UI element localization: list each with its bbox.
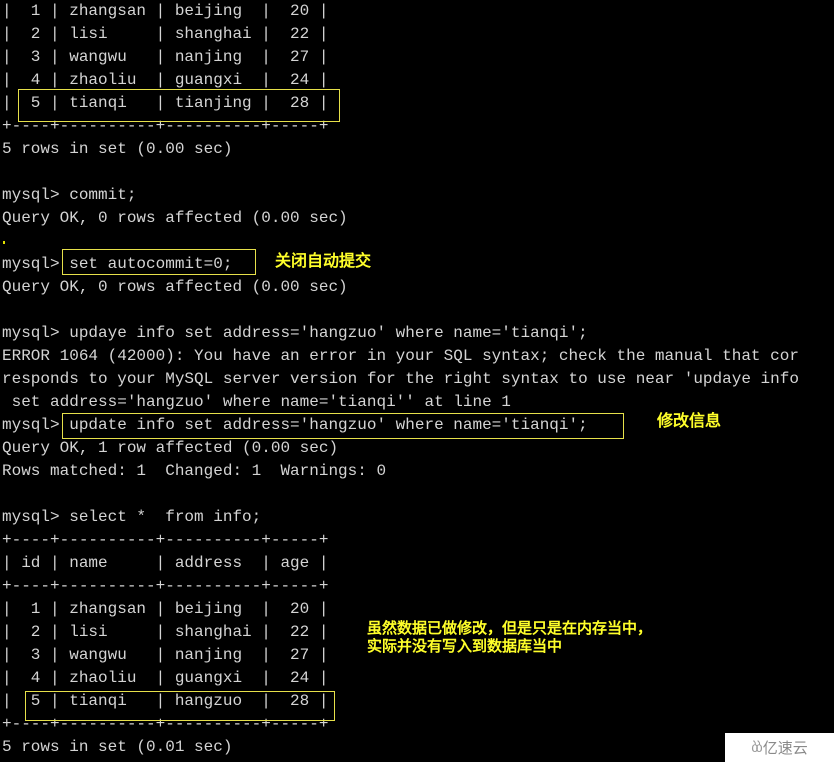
terminal-line: | 2 | lisi | shanghai | 22 | — [2, 25, 329, 43]
terminal-line: Query OK, 1 row affected (0.00 sec) — [2, 439, 339, 457]
terminal-line: mysql> commit; — [2, 186, 137, 204]
terminal-line: | 5 | tianqi | tianjing | 28 | — [2, 94, 329, 112]
terminal-line: Rows matched: 1 Changed: 1 Warnings: 0 — [2, 462, 387, 480]
annotation-memory-note-line1: 虽然数据已做修改，但是只是在内存当中， — [367, 619, 653, 637]
terminal-line: 5 rows in set (0.00 sec) — [2, 140, 233, 158]
terminal-line: mysql> select * from info; — [2, 508, 262, 526]
terminal-line: mysql> updaye info set address='hangzuo'… — [2, 324, 588, 342]
watermark-text: 亿速云 — [762, 739, 808, 757]
terminal-line: responds to your MySQL server version fo… — [2, 370, 799, 388]
terminal-line: +----+----------+----------+-----+ — [2, 577, 329, 595]
annotation-update-note: 修改信息 — [657, 411, 722, 430]
terminal-line: | 1 | zhangsan | beijing | 20 | — [2, 2, 329, 20]
terminal-line: +----+----------+----------+-----+ — [2, 117, 329, 135]
terminal-line: | 4 | zhaoliu | guangxi | 24 | — [2, 669, 329, 687]
terminal-line: 5 rows in set (0.01 sec) — [2, 738, 233, 756]
cloud-logo-icon: ბბ — [751, 739, 762, 756]
terminal-line: ERROR 1064 (42000): You have an error in… — [2, 347, 799, 365]
cursor-dot — [3, 241, 5, 244]
terminal-line: | id | name | address | age | — [2, 554, 329, 572]
watermark: ბბ 亿速云 — [725, 733, 834, 762]
terminal-line: +----+----------+----------+-----+ — [2, 715, 329, 733]
annotation-memory-note-line2: 实际并没有写入到数据库当中 — [367, 637, 563, 655]
annotation-autocommit-note: 关闭自动提交 — [275, 251, 372, 270]
terminal-line: | 3 | wangwu | nanjing | 27 | — [2, 48, 329, 66]
terminal-line: | 5 | tianqi | hangzuo | 28 | — [2, 692, 329, 710]
terminal-line: Query OK, 0 rows affected (0.00 sec) — [2, 209, 348, 227]
terminal-line: +----+----------+----------+-----+ — [2, 531, 329, 549]
terminal-line: mysql> set autocommit=0; — [2, 255, 233, 273]
terminal-line: Query OK, 0 rows affected (0.00 sec) — [2, 278, 348, 296]
terminal-line: | 1 | zhangsan | beijing | 20 | — [2, 600, 329, 618]
terminal-line: | 4 | zhaoliu | guangxi | 24 | — [2, 71, 329, 89]
